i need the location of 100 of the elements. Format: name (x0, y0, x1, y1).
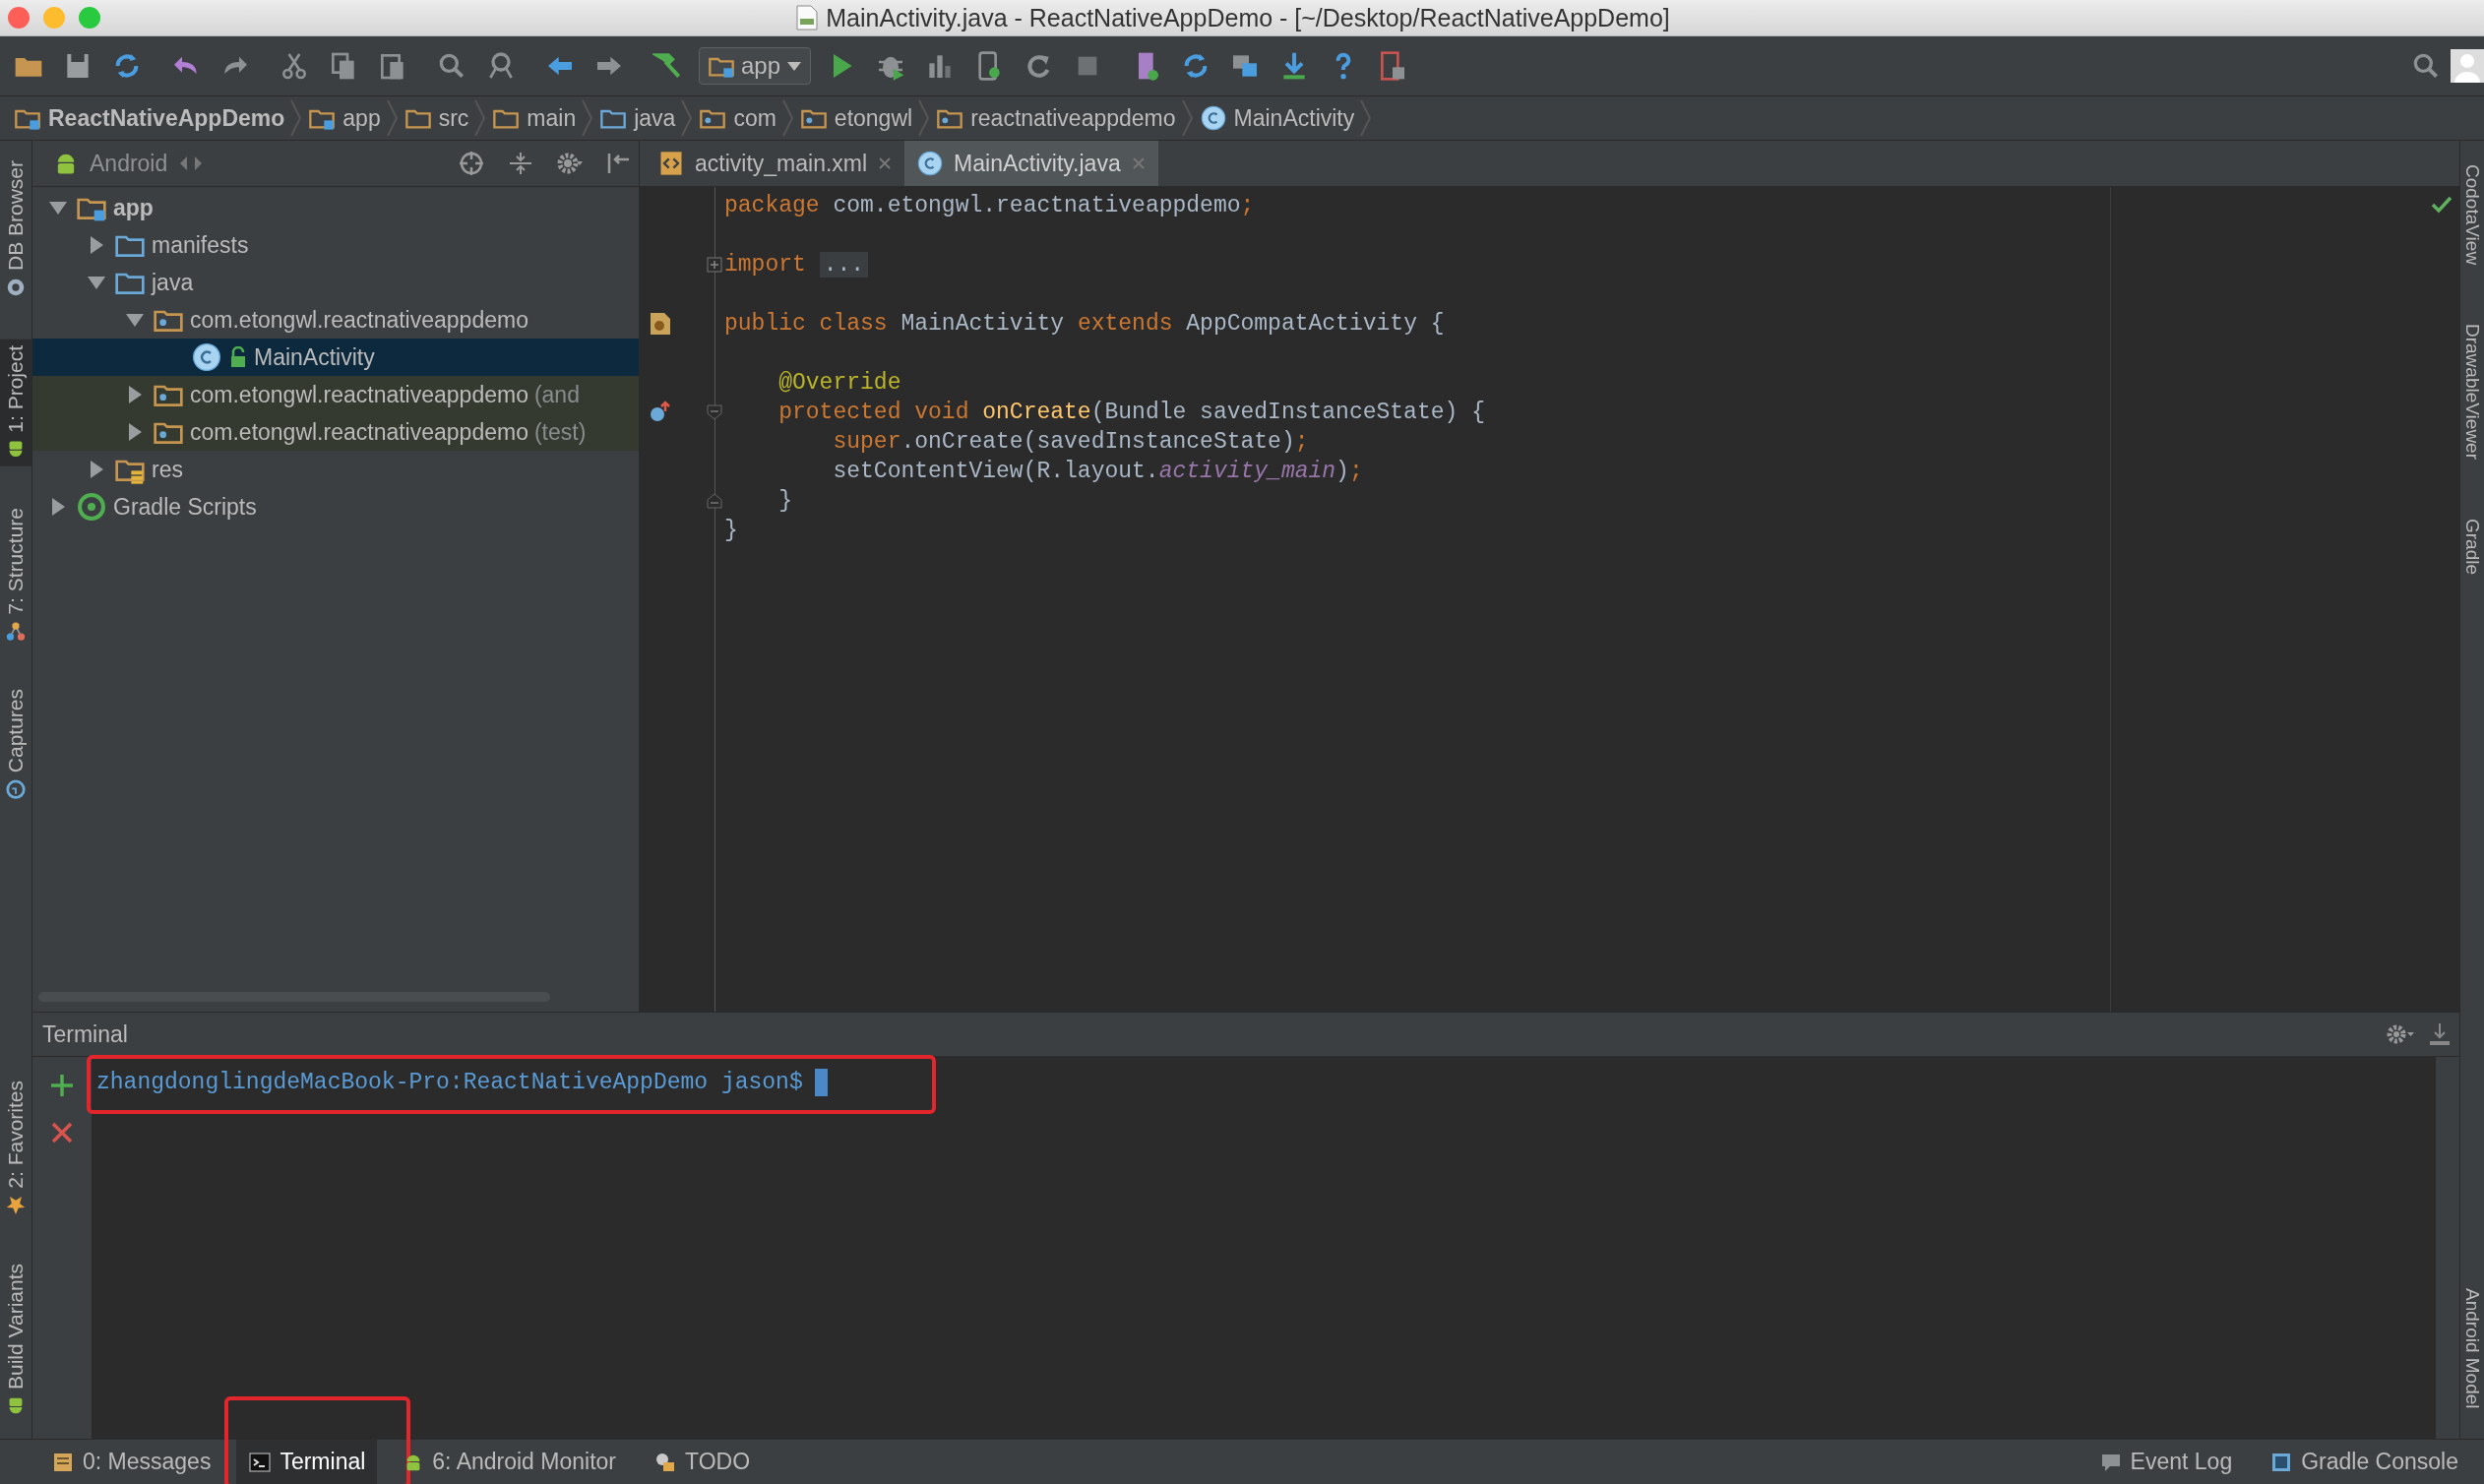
tree-item-label: com.etongwl.reactnativeappdemo (190, 418, 528, 446)
clock-icon (5, 778, 27, 801)
fold-icon[interactable] (707, 404, 722, 420)
fold-icon[interactable] (707, 493, 722, 509)
tool-window-tab[interactable]: Event Log (2086, 1440, 2245, 1484)
close-icon[interactable] (877, 155, 894, 171)
tool-window-tab[interactable]: Terminal (236, 1440, 378, 1484)
code-token: super (832, 429, 901, 455)
chevron-icon (290, 98, 303, 138)
terminal-icon (248, 1450, 273, 1474)
tree-item-suffix: (and (533, 381, 580, 408)
file-icon (796, 5, 819, 31)
breadcrumb[interactable]: app (302, 104, 387, 132)
tree-item-label: java (152, 269, 194, 296)
hide-icon[interactable] (2427, 1021, 2453, 1047)
tool-window-tab[interactable]: Build Variants (0, 1258, 31, 1423)
chevron-icon (474, 98, 487, 138)
breadcrumb[interactable]: com (693, 104, 782, 132)
tool-window-tab[interactable]: Captures (0, 683, 31, 807)
editor-tab[interactable]: MainActivity.java (904, 141, 1158, 186)
star-icon (5, 1195, 27, 1216)
tree-item[interactable]: MainActivity (32, 339, 639, 376)
tool-window-tab[interactable]: 2: Favorites (0, 1075, 31, 1222)
collapse-icon[interactable] (507, 150, 534, 177)
class-icon (916, 150, 945, 177)
tree-item[interactable]: java (32, 264, 639, 301)
code-token: MainActivity (900, 311, 1066, 337)
tree-item[interactable]: com.etongwl.reactnativeappdemo (and (32, 376, 639, 413)
chevron-icon (918, 98, 931, 138)
code-token: protected void (777, 400, 970, 425)
tree-item[interactable]: app (32, 189, 639, 226)
class-marker-icon[interactable] (648, 311, 673, 337)
expand-fold-icon[interactable] (707, 257, 722, 273)
plus-icon[interactable] (49, 1073, 75, 1098)
close-icon[interactable] (50, 1121, 74, 1144)
code-token: AppCompatActivity { (1186, 311, 1445, 337)
code-token: } (724, 518, 738, 543)
breadcrumb[interactable]: src (398, 104, 475, 132)
tree-item[interactable]: com.etongwl.reactnativeappdemo (32, 301, 639, 339)
chevron-icon (386, 98, 399, 138)
breadcrumb[interactable]: java (593, 104, 682, 132)
tree-item-label: res (152, 456, 183, 483)
tool-window-tab[interactable]: 0: Messages (39, 1440, 223, 1484)
tool-window-tab[interactable]: Gradle Console (2258, 1440, 2470, 1484)
code-token: package (724, 193, 820, 218)
chevron-icon (1181, 98, 1194, 138)
project-view-selector[interactable]: Android (90, 150, 168, 177)
terminal-prompt: zhangdonglingdeMacBook-Pro:ReactNativeAppDemo jason$ (96, 1070, 803, 1095)
folded-code[interactable]: ... (819, 252, 869, 278)
breadcrumb[interactable]: main (486, 104, 583, 132)
code-token: extends (1077, 311, 1174, 337)
tool-window-tab[interactable]: CodotaView (2460, 164, 2484, 266)
tool-window-tab[interactable]: 6: Android Monitor (391, 1440, 628, 1484)
tree-item-label: MainActivity (254, 343, 375, 371)
tree-item[interactable]: manifests (32, 226, 639, 264)
run-configuration-dropdown[interactable]: app (699, 47, 812, 85)
tool-window-tab[interactable]: Android Model (2460, 1288, 2484, 1409)
lock-icon (228, 346, 248, 368)
tree-item[interactable]: Gradle Scripts (32, 488, 639, 526)
crosshair-icon[interactable] (458, 150, 485, 177)
tool-window-tab[interactable]: DrawableViewer (2460, 324, 2484, 461)
chevron-icon (681, 98, 694, 138)
text-cursor (814, 1069, 828, 1096)
chevron-icon (582, 98, 594, 138)
close-button[interactable] (8, 7, 30, 29)
tree-item-label: com.etongwl.reactnativeappdemo (190, 306, 528, 334)
breadcrumb[interactable]: reactnativeappdemo (930, 104, 1182, 132)
caret-icon (786, 60, 803, 72)
tool-window-tab[interactable]: Gradle (2460, 519, 2484, 576)
breadcrumb[interactable]: MainActivity (1193, 104, 1361, 132)
code-token: @Override (777, 370, 901, 396)
tree-item-label: app (113, 194, 154, 221)
code-token: onCreate (982, 400, 1091, 425)
code-token: ; (1240, 193, 1255, 218)
code-token: (Bundle savedInstanceState) { (1090, 400, 1485, 425)
tool-window-tab[interactable]: TODO (642, 1440, 763, 1484)
tree-item[interactable]: com.etongwl.reactnativeappdemo (test) (32, 413, 639, 451)
code-token: setContentView(R.layout. (832, 459, 1159, 484)
code-token: import (724, 252, 807, 278)
code-token: ; (1294, 429, 1309, 455)
tree-item[interactable]: res (32, 451, 639, 488)
breadcrumb[interactable]: etongwl (793, 104, 919, 132)
breadcrumb[interactable]: ReactNativeAppDemo (8, 104, 291, 132)
class-icon (191, 341, 222, 373)
code-token: } (777, 488, 792, 514)
tree-item-suffix: (test) (533, 418, 587, 446)
class-icon (1199, 104, 1227, 132)
code-token: public class (724, 311, 889, 337)
tool-window-tab[interactable]: 1: Project (0, 340, 31, 466)
tool-window-tab[interactable]: DB Browser (0, 155, 31, 305)
tree-item-label: com.etongwl.reactnativeappdemo (190, 381, 528, 408)
gradle-icon (76, 491, 107, 523)
structure-icon (5, 620, 27, 643)
chevron-icon (781, 98, 794, 138)
tool-window-tab[interactable]: 7: Structure (0, 501, 31, 649)
code-token: ; (1348, 459, 1363, 484)
chevron-icon (1360, 98, 1373, 138)
code-token: activity_main (1158, 459, 1336, 484)
window-title: MainActivity.java - ReactNativeAppDemo - [~/Desktop/ReactNativeAppDemo] (826, 3, 1670, 32)
editor-tab[interactable]: activity_main.xml (646, 141, 905, 186)
